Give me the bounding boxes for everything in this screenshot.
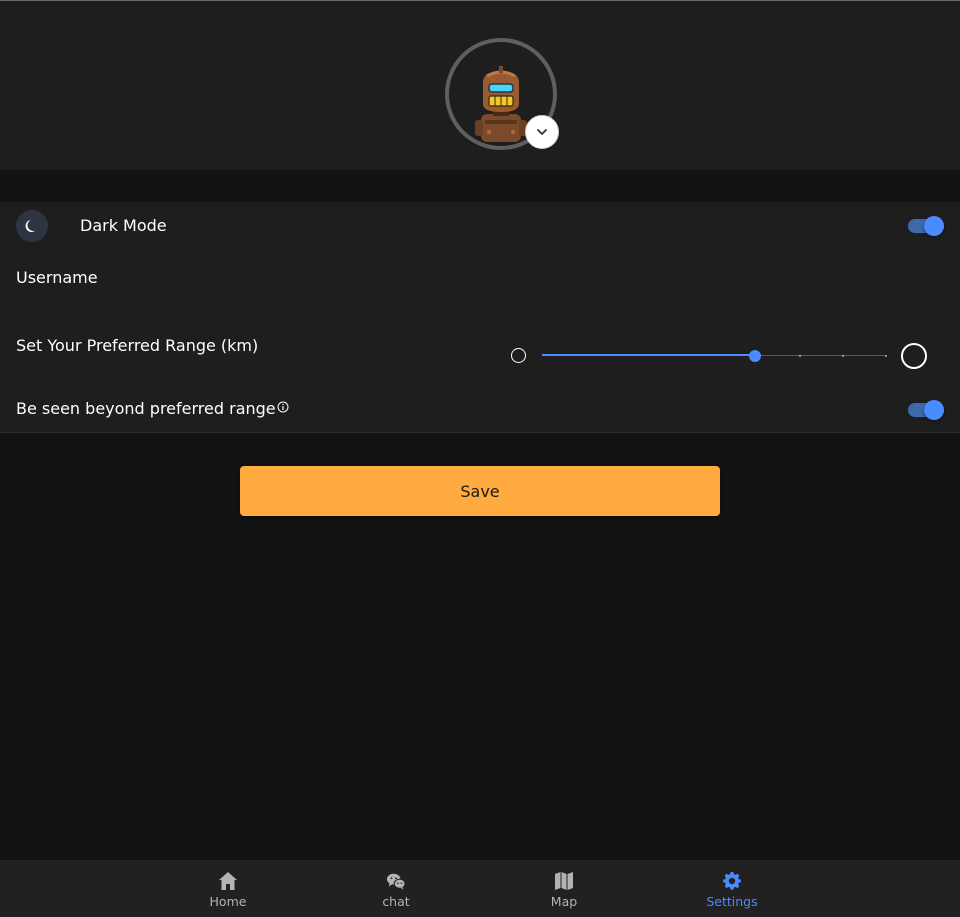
home-icon <box>219 872 237 890</box>
slider-tick <box>842 354 844 357</box>
nav-label-chat: chat <box>382 894 410 909</box>
nav-item-map[interactable]: Map <box>504 860 624 917</box>
dark-mode-label: Dark Mode <box>80 216 167 235</box>
nav-item-home[interactable]: Home <box>168 860 288 917</box>
avatar-dropdown-button[interactable] <box>525 115 559 149</box>
map-icon <box>555 872 573 890</box>
range-max-circle-icon <box>901 343 927 369</box>
slider-thumb[interactable] <box>749 350 762 362</box>
dark-mode-toggle[interactable] <box>908 216 944 236</box>
range-row: Set Your Preferred Range (km) <box>0 312 960 386</box>
save-button[interactable]: Save <box>240 466 720 516</box>
nav-label-home: Home <box>209 894 247 909</box>
beyond-range-toggle[interactable] <box>908 400 944 420</box>
username-row[interactable]: Username <box>0 250 960 312</box>
section-spacer <box>0 170 960 202</box>
moon-icon <box>16 210 48 242</box>
dark-mode-row: Dark Mode <box>0 202 960 250</box>
range-label: Set Your Preferred Range (km) <box>16 336 259 355</box>
nav-label-map: Map <box>550 894 578 909</box>
wechat-icon <box>386 873 406 890</box>
range-min-circle-icon <box>511 348 526 363</box>
beyond-range-label: Be seen beyond preferred range <box>16 399 276 418</box>
nav-item-chat[interactable]: chat <box>336 860 456 917</box>
chevron-down-icon <box>537 129 547 135</box>
slider-tick <box>799 354 801 357</box>
range-slider[interactable] <box>542 348 887 364</box>
beyond-range-row: Be seen beyond preferred range <box>0 386 960 433</box>
nav-item-settings[interactable]: Settings <box>672 860 792 917</box>
username-label: Username <box>16 268 98 287</box>
bottom-navigation: Home chat Map Settings <box>0 860 960 917</box>
slider-fill <box>542 354 756 356</box>
nav-label-settings: Settings <box>706 894 758 909</box>
gear-icon <box>723 871 741 890</box>
slider-tick <box>885 354 887 357</box>
info-icon[interactable] <box>277 401 289 413</box>
